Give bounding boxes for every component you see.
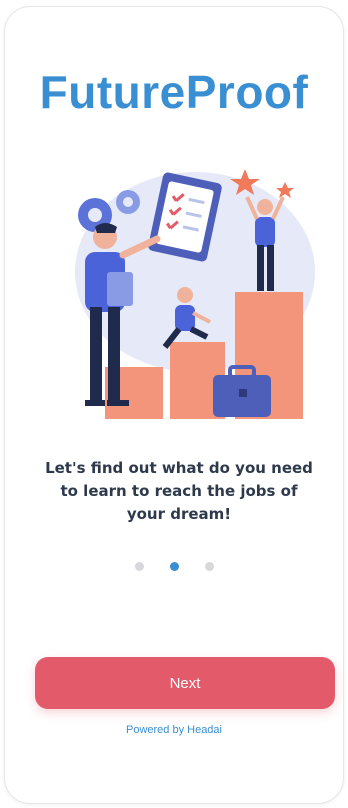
page-dot[interactable]: [134, 561, 144, 571]
next-button[interactable]: Next: [35, 657, 335, 709]
phone-frame: FutureProof Let's find out what do you n…: [4, 6, 344, 804]
powered-by-link[interactable]: Powered by Headai: [5, 724, 343, 736]
career-growth-illustration: [45, 157, 315, 427]
page-indicator: [5, 558, 343, 574]
star-icon: [276, 182, 294, 198]
page-dot[interactable]: [204, 561, 214, 571]
page-dot-active[interactable]: [169, 561, 179, 571]
app-logo: FutureProof: [39, 66, 309, 118]
onboarding-message: Let's find out what do you need to learn…: [45, 459, 313, 523]
